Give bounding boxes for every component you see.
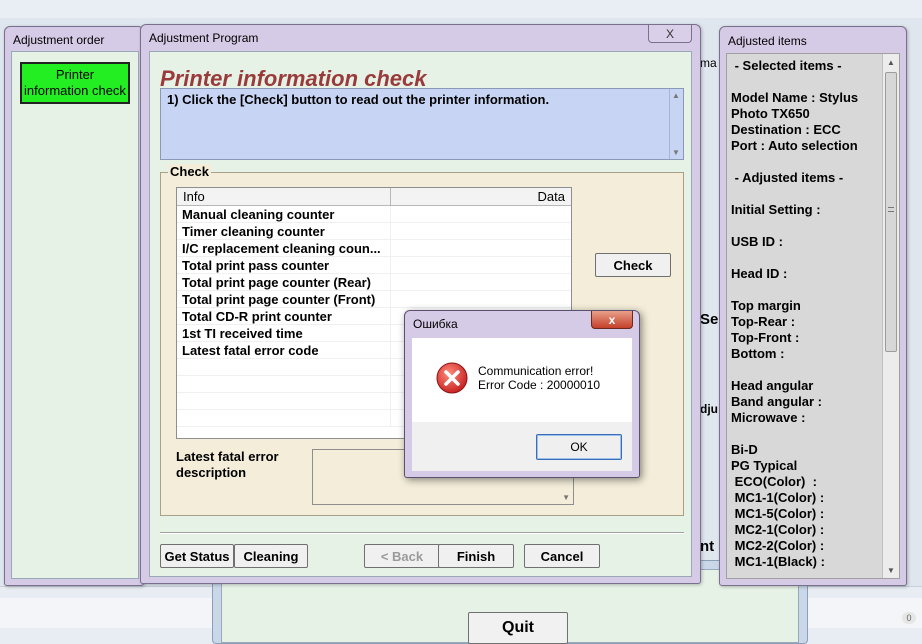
scroll-down-icon[interactable]: ▼ bbox=[672, 148, 680, 157]
items-scroll-thumb[interactable] bbox=[885, 72, 897, 352]
error-dialog-title: Ошибка bbox=[413, 317, 458, 331]
adjustment-order-window: Adjustment order Printer information che… bbox=[4, 26, 144, 586]
row-value bbox=[391, 240, 571, 256]
row-label: Total print page counter (Rear) bbox=[177, 274, 391, 290]
table-row[interactable]: Manual cleaning counter bbox=[177, 206, 571, 223]
printer-information-check-button[interactable]: Printer information check bbox=[20, 62, 130, 104]
fatal-error-description-label: Latest fatal error description bbox=[176, 449, 279, 480]
error-dialog-footer: OK bbox=[412, 422, 632, 471]
row-label: 1st TI received time bbox=[177, 325, 391, 341]
background-text-nt: nt bbox=[700, 538, 715, 555]
row-value bbox=[391, 206, 571, 222]
error-message-line2: Error Code : 20000010 bbox=[478, 378, 601, 392]
row-value bbox=[391, 223, 571, 239]
finish-button[interactable]: Finish bbox=[438, 544, 514, 568]
cancel-button[interactable]: Cancel bbox=[524, 544, 600, 568]
column-header-info[interactable]: Info bbox=[177, 188, 391, 205]
error-dialog: Ошибка x Communication error! Error Code… bbox=[404, 310, 640, 478]
ok-button[interactable]: OK bbox=[536, 434, 622, 460]
order-window-title: Adjustment order bbox=[13, 33, 105, 47]
table-header: Info Data bbox=[177, 188, 571, 206]
check-group-label: Check bbox=[168, 164, 212, 179]
back-button[interactable]: < Back bbox=[364, 544, 440, 568]
table-row[interactable]: Total print page counter (Rear) bbox=[177, 274, 571, 291]
order-window-body: Printer information check bbox=[11, 51, 139, 579]
adjusted-items-text: - Selected items - Model Name : Stylus P… bbox=[731, 58, 859, 569]
grip-icon bbox=[888, 207, 894, 212]
error-message-line1: Communication error! bbox=[478, 364, 594, 378]
quit-button[interactable]: Quit bbox=[468, 612, 568, 644]
table-row[interactable]: I/C replacement cleaning coun... bbox=[177, 240, 571, 257]
row-label: I/C replacement cleaning coun... bbox=[177, 240, 391, 256]
row-value bbox=[391, 291, 571, 307]
items-window-title: Adjusted items bbox=[728, 34, 807, 48]
cleaning-button[interactable]: Cleaning bbox=[234, 544, 308, 568]
error-message: Communication error! Error Code : 200000… bbox=[478, 364, 600, 392]
table-row[interactable]: Total print page counter (Front) bbox=[177, 291, 571, 308]
error-dialog-close-button[interactable]: x bbox=[591, 311, 633, 329]
row-value bbox=[391, 257, 571, 273]
desktop-top-strip bbox=[0, 0, 922, 18]
program-close-button[interactable]: X bbox=[648, 25, 692, 43]
background-text-dju: dju bbox=[700, 402, 718, 416]
instruction-scrollbar[interactable]: ▲ ▼ bbox=[669, 89, 683, 159]
program-window-title: Adjustment Program bbox=[149, 31, 259, 45]
instruction-text: 1) Click the [Check] button to read out … bbox=[167, 92, 550, 107]
table-row[interactable]: Timer cleaning counter bbox=[177, 223, 571, 240]
adjusted-items-window: Adjusted items - Selected items - Model … bbox=[719, 26, 907, 586]
scroll-down-icon[interactable]: ▼ bbox=[562, 493, 570, 502]
get-status-button[interactable]: Get Status bbox=[160, 544, 234, 568]
adjustment-program-window: Adjustment Program X Printer information… bbox=[140, 24, 701, 584]
check-button[interactable]: Check bbox=[595, 253, 671, 277]
items-scrollbar[interactable]: ▲ ▼ bbox=[882, 54, 899, 578]
scroll-up-icon[interactable]: ▲ bbox=[883, 54, 899, 70]
divider bbox=[160, 532, 684, 534]
row-value bbox=[391, 274, 571, 290]
table-row[interactable]: Total print pass counter bbox=[177, 257, 571, 274]
scroll-down-icon[interactable]: ▼ bbox=[883, 562, 899, 578]
items-list-panel: - Selected items - Model Name : Stylus P… bbox=[726, 53, 900, 579]
column-header-data[interactable]: Data bbox=[391, 188, 571, 205]
close-icon: X bbox=[665, 26, 674, 41]
error-icon bbox=[436, 362, 468, 394]
scroll-up-icon[interactable]: ▲ bbox=[672, 91, 680, 100]
error-dialog-body: Communication error! Error Code : 200000… bbox=[412, 338, 632, 422]
row-label: Total CD-R print counter bbox=[177, 308, 391, 324]
row-label: Manual cleaning counter bbox=[177, 206, 391, 222]
close-icon: x bbox=[608, 312, 616, 327]
row-label: Total print pass counter bbox=[177, 257, 391, 273]
row-label: Latest fatal error code bbox=[177, 342, 391, 358]
background-badge: 0 bbox=[902, 612, 916, 624]
instruction-box: 1) Click the [Check] button to read out … bbox=[160, 88, 684, 160]
row-label: Timer cleaning counter bbox=[177, 223, 391, 239]
background-text-ma: ma bbox=[700, 56, 717, 70]
row-label: Total print page counter (Front) bbox=[177, 291, 391, 307]
